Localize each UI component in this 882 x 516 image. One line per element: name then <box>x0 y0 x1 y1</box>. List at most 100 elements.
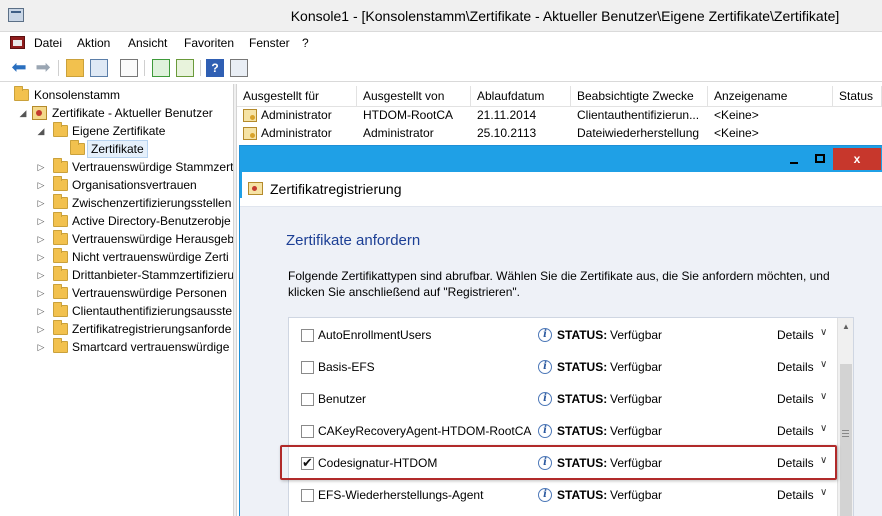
folder-icon <box>53 251 68 263</box>
chevron-down-icon[interactable]: ∨ <box>820 391 827 402</box>
expand-icon[interactable]: ▷ <box>36 338 46 356</box>
template-name: EFS-Wiederherstellungs-Agent <box>318 488 483 502</box>
collapse-icon[interactable]: ◢ <box>36 122 46 140</box>
table-row[interactable]: Administrator Administrator 25.10.2113 D… <box>237 124 882 143</box>
status-value: Verfügbar <box>610 360 662 374</box>
template-checkbox[interactable] <box>301 329 314 342</box>
status-value: Verfügbar <box>610 456 662 470</box>
expand-icon[interactable]: ▷ <box>36 158 46 176</box>
folder-icon <box>53 269 68 281</box>
chevron-down-icon[interactable]: ∨ <box>820 423 827 434</box>
template-name: CAKeyRecoveryAgent-HTDOM-RootCA <box>318 424 531 438</box>
certificate-template-row[interactable]: CAKeyRecoveryAgent-HTDOM-RootCAiSTATUS:V… <box>289 416 837 448</box>
page-heading: Zertifikate anfordern <box>286 232 420 249</box>
table-row[interactable]: Administrator HTDOM-RootCA 21.11.2014 Cl… <box>237 106 882 125</box>
certificate-template-row[interactable]: Basis-EFSiSTATUS:VerfügbarDetails∨ <box>289 352 837 384</box>
column-header-issued-by[interactable]: Ausgestellt von <box>357 86 471 107</box>
close-button[interactable]: x <box>833 148 881 170</box>
details-toggle[interactable]: Details <box>777 424 814 438</box>
scroll-up-icon[interactable]: ▲ <box>838 318 854 335</box>
maximize-button[interactable] <box>807 148 833 170</box>
folder-icon <box>53 287 68 299</box>
folder-icon <box>53 161 68 173</box>
menu-bar: Datei Aktion Ansicht Favoriten Fenster ? <box>0 32 882 54</box>
intro-text: Folgende Zertifikattypen sind abrufbar. … <box>288 268 848 300</box>
menu-help[interactable]: ? <box>302 36 309 50</box>
chevron-down-icon[interactable]: ∨ <box>820 487 827 498</box>
column-header-purposes[interactable]: Beabsichtigte Zwecke <box>571 86 708 107</box>
minimize-button[interactable] <box>781 148 807 170</box>
folder-icon <box>53 179 68 191</box>
expand-icon[interactable]: ▷ <box>36 230 46 248</box>
certificate-template-row[interactable]: Codesignatur-HTDOMiSTATUS:VerfügbarDetai… <box>289 448 837 480</box>
status-value: Verfügbar <box>610 392 662 406</box>
expand-icon[interactable]: ▷ <box>36 284 46 302</box>
folder-icon <box>53 197 68 209</box>
expand-icon[interactable]: ▷ <box>36 176 46 194</box>
expand-icon[interactable]: ▷ <box>36 266 46 284</box>
template-checkbox[interactable] <box>301 489 314 502</box>
export-list-icon[interactable] <box>176 59 194 77</box>
show-hide-tree-icon[interactable] <box>90 59 108 77</box>
expand-icon[interactable]: ▷ <box>36 302 46 320</box>
status-label: STATUS: <box>557 360 607 374</box>
details-toggle[interactable]: Details <box>777 328 814 342</box>
template-checkbox[interactable] <box>301 425 314 438</box>
status-value: Verfügbar <box>610 328 662 342</box>
expand-icon[interactable]: ▷ <box>36 248 46 266</box>
folder-icon <box>53 125 68 137</box>
template-name: Codesignatur-HTDOM <box>318 456 437 470</box>
details-toggle[interactable]: Details <box>777 456 814 470</box>
window-title-bar: Konsole1 - [Konsolenstamm\Zertifikate - … <box>0 0 882 32</box>
forward-arrow-icon[interactable]: ➡ <box>34 59 52 77</box>
template-checkbox[interactable] <box>301 457 314 470</box>
vertical-scrollbar[interactable]: ▲ <box>837 318 854 516</box>
expand-icon[interactable]: ▷ <box>36 194 46 212</box>
certificate-store-icon <box>32 106 47 120</box>
maximize-icon <box>815 154 825 163</box>
column-header-expiry[interactable]: Ablaufdatum <box>471 86 571 107</box>
menu-favoriten[interactable]: Favoriten <box>184 36 234 50</box>
details-toggle[interactable]: Details <box>777 360 814 374</box>
info-icon: i <box>538 488 552 502</box>
template-checkbox[interactable] <box>301 393 314 406</box>
menu-fenster[interactable]: Fenster <box>249 36 290 50</box>
back-arrow-icon[interactable]: ⬅ <box>10 59 28 77</box>
status-label: STATUS: <box>557 488 607 502</box>
certificate-template-row[interactable]: BenutzeriSTATUS:VerfügbarDetails∨ <box>289 384 837 416</box>
details-toggle[interactable]: Details <box>777 488 814 502</box>
expand-icon[interactable]: ▷ <box>36 212 46 230</box>
scrollbar-thumb[interactable] <box>840 364 852 516</box>
refresh-icon[interactable] <box>152 59 170 77</box>
menu-aktion[interactable]: Aktion <box>77 36 110 50</box>
certificate-icon <box>243 109 257 122</box>
status-label: STATUS: <box>557 392 607 406</box>
certificate-template-row[interactable]: EFS-Wiederherstellungs-Agent i STATUS:Verf… <box>289 480 837 512</box>
template-name: Basis-EFS <box>318 360 375 374</box>
column-header-friendly-name[interactable]: Anzeigename <box>708 86 833 107</box>
console-icon[interactable] <box>10 36 25 49</box>
chevron-down-icon[interactable]: ∨ <box>820 455 827 466</box>
status-label: STATUS: <box>557 328 607 342</box>
up-folder-icon[interactable] <box>66 59 84 77</box>
details-toggle[interactable]: Details <box>777 392 814 406</box>
folder-icon <box>53 305 68 317</box>
column-header-issued-to[interactable]: Ausgestellt für <box>237 86 357 107</box>
help-icon[interactable]: ? <box>206 59 224 77</box>
menu-ansicht[interactable]: Ansicht <box>128 36 167 50</box>
expand-icon[interactable]: ▷ <box>36 320 46 338</box>
certificate-enrollment-icon <box>248 182 263 195</box>
template-checkbox[interactable] <box>301 361 314 374</box>
collapse-icon[interactable]: ◢ <box>18 104 28 122</box>
menu-datei[interactable]: Datei <box>34 36 62 50</box>
chevron-down-icon[interactable]: ∨ <box>820 359 827 370</box>
minimize-icon <box>790 162 798 164</box>
status-value: Verfügbar <box>610 488 662 502</box>
window-title: Konsole1 - [Konsolenstamm\Zertifikate - … <box>0 8 882 24</box>
clipboard-icon[interactable] <box>120 59 138 77</box>
column-header-status[interactable]: Status <box>833 86 882 107</box>
chevron-down-icon[interactable]: ∨ <box>820 327 827 338</box>
certificate-template-row[interactable]: AutoEnrollmentUsersiSTATUS:VerfügbarDeta… <box>289 320 837 352</box>
template-name: Benutzer <box>318 392 366 406</box>
action-pane-icon[interactable] <box>230 59 248 77</box>
